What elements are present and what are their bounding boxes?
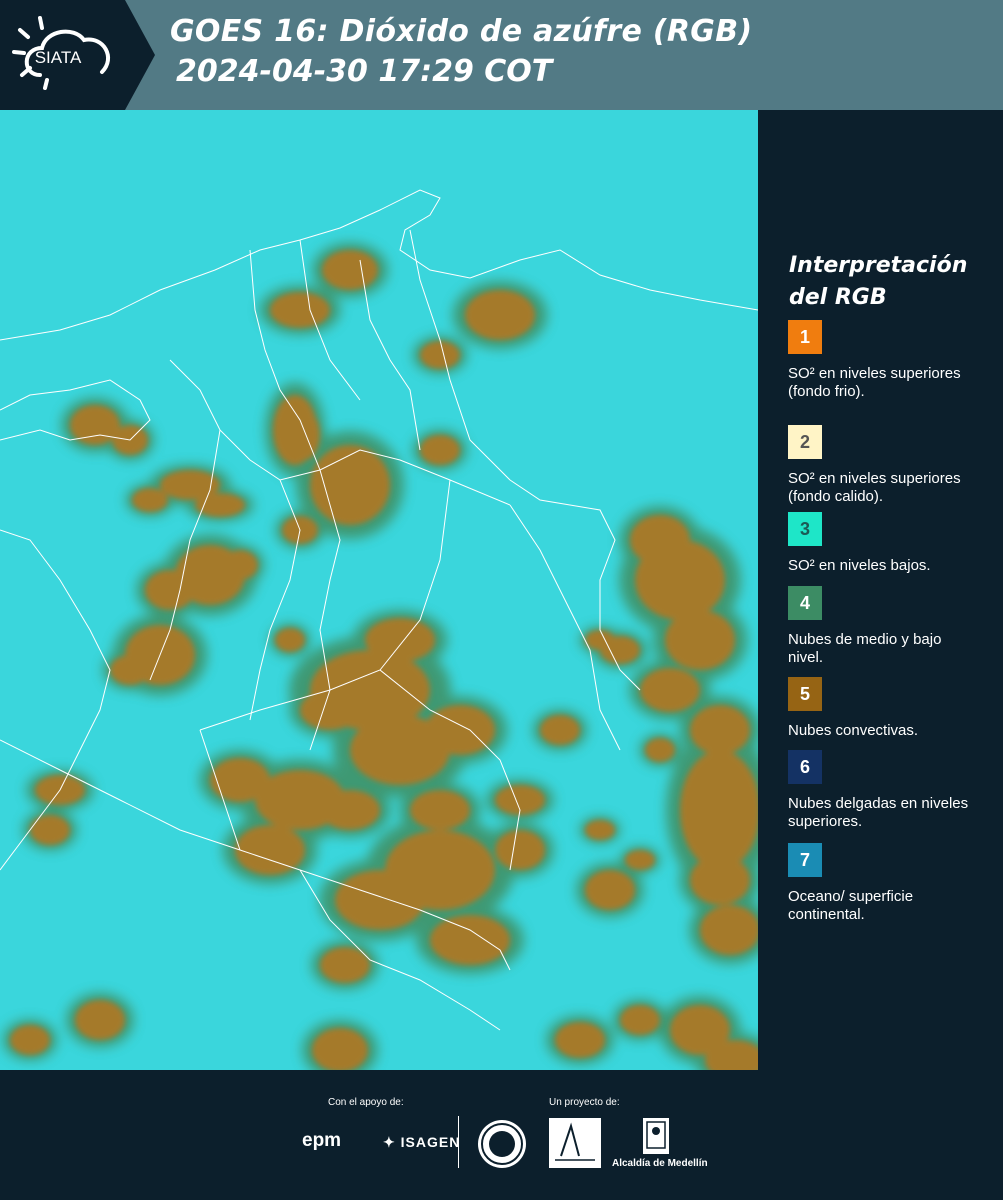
- legend-label: SO² en niveles superiores (fondo frio).: [788, 365, 961, 400]
- area-metropolitana-icon: [555, 1122, 595, 1161]
- cloud-patch: [75, 1000, 125, 1040]
- cloud-patch: [665, 610, 735, 670]
- cloud-patch: [312, 1028, 368, 1070]
- map-canvas: [0, 110, 758, 1070]
- legend-item: 4 Nubes de medio y bajo nivel.: [788, 586, 988, 667]
- cloud-patch: [420, 435, 460, 465]
- cloud-patch: [620, 1005, 660, 1035]
- cloud-patch: [410, 790, 470, 830]
- legend-item: 7 Oceano/ superficie continental.: [788, 843, 988, 924]
- legend-swatch: 6: [788, 750, 822, 784]
- satellite-map: [0, 110, 758, 1070]
- legend-label: Oceano/ superficie continental.: [788, 888, 914, 923]
- cloud-patch: [145, 570, 195, 610]
- legend-title: Interpretación del RGB: [789, 253, 968, 310]
- legend-item: 1 SO² en niveles superiores (fondo frio).: [788, 320, 988, 401]
- cloud-patch: [635, 540, 725, 620]
- footer-divider: [458, 1116, 459, 1168]
- cloud-patch: [540, 715, 580, 745]
- logo-text: SIATA: [35, 48, 82, 67]
- cloud-patch: [585, 820, 615, 840]
- cloud-patch: [195, 493, 245, 517]
- footer: Con el apoyo de: Un proyecto de: epm ✦ I…: [0, 1070, 1003, 1200]
- cloud-patch: [555, 1022, 605, 1058]
- cloud-patch: [645, 738, 675, 762]
- isagen-text: ISAGEN: [400, 1134, 461, 1150]
- legend-swatch: 1: [788, 320, 822, 354]
- legend-swatch: 5: [788, 677, 822, 711]
- cloud-patch: [680, 750, 758, 870]
- area-metropolitana-logo: [549, 1118, 601, 1168]
- legend-panel: Interpretación del RGB 1 SO² en niveles s…: [760, 110, 1003, 1070]
- cloud-patch: [640, 668, 700, 712]
- cloud-patch: [110, 655, 150, 685]
- legend-label: SO² en niveles bajos.: [788, 557, 931, 574]
- cloud-patch: [322, 250, 378, 290]
- cloud-patch: [600, 636, 640, 664]
- legend-item: 2 SO² en niveles superiores (fondo calido…: [788, 425, 988, 506]
- cloud-patch: [690, 855, 750, 905]
- epm-logo: epm: [302, 1130, 342, 1151]
- legend-label: Nubes convectivas.: [788, 722, 919, 739]
- legend-swatch: 2: [788, 425, 822, 459]
- cloud-patch: [430, 915, 510, 965]
- cloud-patch: [270, 292, 330, 328]
- cloud-patch: [690, 705, 750, 755]
- legend-swatch: 7: [788, 843, 822, 877]
- legend-label: Nubes delgadas en niveles superiores.: [788, 795, 969, 830]
- legend-item: 5 Nubes convectivas.: [788, 677, 988, 740]
- cloud-patch: [310, 445, 390, 525]
- cloud-patch: [290, 410, 320, 460]
- timestamp: 2024-04-30 17:29 COT: [176, 54, 553, 89]
- cloud-patch: [275, 628, 305, 652]
- cloud-patch: [420, 341, 460, 369]
- medellin-seal-logo: [478, 1120, 526, 1168]
- isagen-icon: ✦: [383, 1134, 396, 1150]
- cloud-patch: [222, 550, 258, 580]
- cloud-patch: [495, 830, 545, 870]
- legend-label: SO² en niveles superiores (fondo calido)…: [788, 470, 961, 505]
- cloud-patch: [625, 850, 655, 870]
- legend-swatch: 4: [788, 586, 822, 620]
- cloud-patch: [335, 870, 425, 930]
- legend-label: Nubes de medio y bajo nivel.: [788, 631, 942, 666]
- isagen-logo: ✦ ISAGEN: [383, 1134, 460, 1151]
- alcaldia-label: Alcaldía de Medellín: [612, 1158, 708, 1169]
- cloud-patch: [465, 290, 535, 340]
- legend-item: 6 Nubes delgadas en niveles superiores.: [788, 750, 988, 831]
- alcaldia-shield-icon: [643, 1118, 669, 1154]
- cloud-patch: [10, 1025, 50, 1055]
- page-title: GOES 16: Dióxido de azúfre (RGB): [170, 14, 753, 49]
- legend-swatch: 3: [788, 512, 822, 546]
- cloud-patch: [132, 488, 168, 512]
- legend-item: 3 SO² en niveles bajos.: [788, 512, 988, 575]
- cloud-patch: [30, 815, 70, 845]
- cloud-patch: [585, 870, 635, 910]
- seal-icon: [481, 1123, 523, 1165]
- cloud-patch: [235, 825, 305, 875]
- support-label: Con el apoyo de:: [328, 1097, 404, 1108]
- cloud-patch: [700, 905, 758, 955]
- project-label: Un proyecto de:: [549, 1097, 620, 1108]
- logo-banner: SIATA: [0, 0, 155, 110]
- header-bar: SIATA GOES 16: Dióxido de azúfre (RGB) 2…: [0, 0, 1003, 110]
- cloud-patch: [320, 790, 380, 830]
